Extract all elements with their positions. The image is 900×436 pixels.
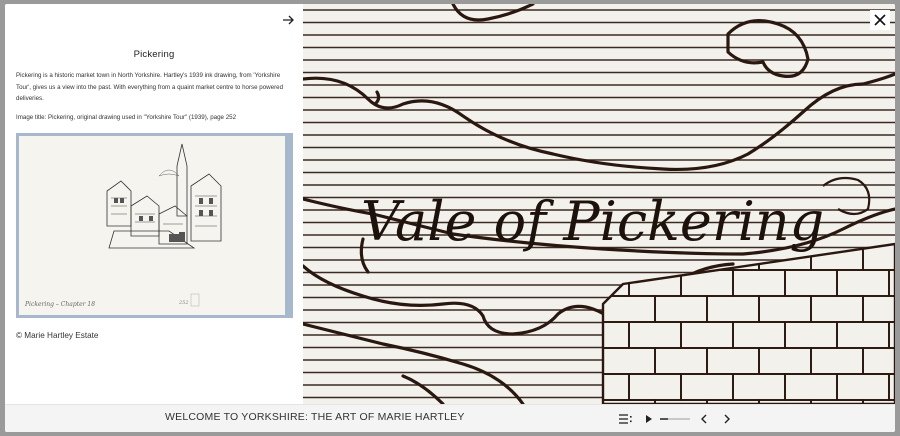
artwork-thumbnail[interactable]: Pickering – Chapter 18 252 <box>16 133 293 318</box>
chevron-right-icon[interactable] <box>721 411 733 427</box>
panel-description: Pickering is a historic market town in N… <box>16 72 284 102</box>
image-credit: © Marie Hartley Estate <box>16 331 99 340</box>
close-icon <box>874 14 886 26</box>
map-detail-image: Vale of Pickering <box>303 4 895 404</box>
list-icon[interactable] <box>619 411 633 427</box>
lightbox-frame: Pickering Pickering is a historic market… <box>5 4 895 432</box>
close-button[interactable] <box>870 10 890 30</box>
artwork-zoom-view[interactable]: Vale of Pickering <box>303 4 895 404</box>
gallery-title: WELCOME TO YORKSHIRE: THE ART OF MARIE H… <box>165 411 465 423</box>
sketch-drawing: Pickering – Chapter 18 252 <box>24 143 222 308</box>
thumbnail-caption: Pickering – Chapter 18 <box>24 301 95 308</box>
info-panel: Pickering Pickering is a historic market… <box>5 4 303 404</box>
footer-bar: WELCOME TO YORKSHIRE: THE ART OF MARIE H… <box>5 404 895 432</box>
thumbnail-stamp: 252 <box>178 300 189 306</box>
chevron-left-icon[interactable] <box>698 411 710 427</box>
panel-title: Pickering <box>133 49 175 60</box>
thumbnail-paper: Pickering – Chapter 18 252 <box>19 136 285 315</box>
image-title: Image title: Pickering, original drawing… <box>16 114 237 121</box>
arrow-right-icon[interactable] <box>280 12 296 28</box>
progress-fill <box>660 418 668 420</box>
slideshow-progress[interactable] <box>660 418 690 420</box>
map-label: Vale of Pickering <box>361 190 824 253</box>
play-icon[interactable] <box>643 411 655 427</box>
